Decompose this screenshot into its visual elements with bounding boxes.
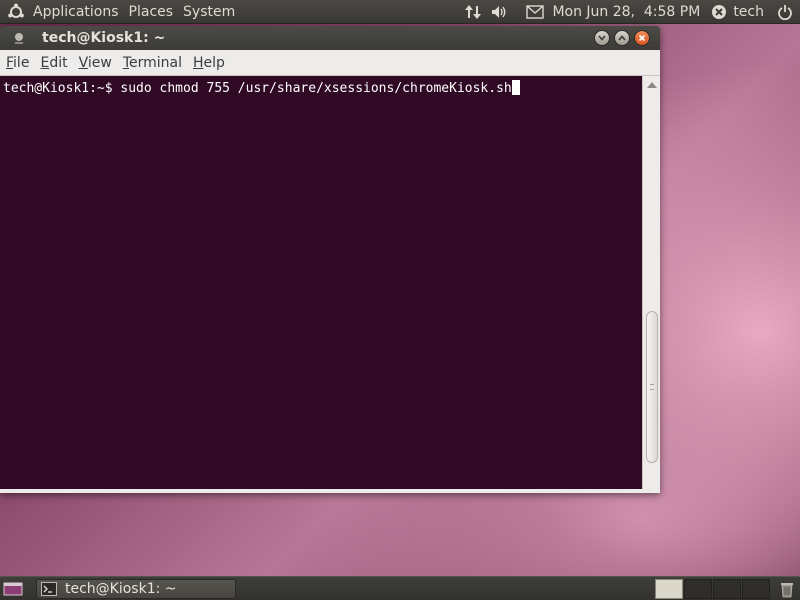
terminal-icon [41,582,57,596]
window-controls [590,30,650,46]
volume-icon[interactable] [490,3,508,21]
scrollbar-thumb[interactable] [646,311,658,463]
menu-applications[interactable]: Applications [28,0,124,24]
terminal-area[interactable]: tech@Kiosk1:~$ sudo chmod 755 /usr/share… [0,76,642,489]
terminal-command-line: tech@Kiosk1:~$ sudo chmod 755 /usr/share… [3,81,512,96]
user-offline-icon[interactable] [710,3,728,21]
top-panel: Applications Places System Mon Jun 28, 4… [0,0,800,24]
workspace-2[interactable] [684,579,712,599]
window-menu-icon[interactable] [10,29,28,47]
trash-icon[interactable] [776,579,798,599]
scroll-up-icon[interactable] [647,82,657,88]
ubuntu-logo-icon[interactable] [4,0,28,24]
maximize-button[interactable] [614,30,630,46]
window-titlebar[interactable]: tech@Kiosk1: ~ [0,26,660,50]
network-updown-icon[interactable] [464,3,482,21]
workspace-3[interactable] [713,579,741,599]
workspace-switcher [655,579,771,599]
menu-system[interactable]: System [178,0,240,24]
show-desktop-icon[interactable] [2,580,24,598]
workspace-4[interactable] [742,579,770,599]
close-icon [638,34,646,42]
workspace-1[interactable] [655,579,683,599]
terminal-window: tech@Kiosk1: ~ File Edit View Terminal H… [0,26,660,493]
maximize-icon [618,35,626,41]
power-icon[interactable] [776,3,794,21]
menu-edit[interactable]: Edit [34,55,72,71]
clock[interactable]: Mon Jun 28, 4:58 PM [552,4,700,20]
menu-help[interactable]: Help [187,55,230,71]
taskbar-item-terminal[interactable]: tech@Kiosk1: ~ [36,579,236,599]
menu-view[interactable]: View [73,55,117,71]
window-title: tech@Kiosk1: ~ [42,30,166,46]
system-tray: Mon Jun 28, 4:58 PM tech [456,0,800,24]
close-button[interactable] [634,30,650,46]
taskbar-item-label: tech@Kiosk1: ~ [65,581,177,597]
mail-envelope-icon[interactable] [526,3,545,21]
minimize-button[interactable] [594,30,610,46]
text-cursor [511,80,520,95]
menu-file[interactable]: File [0,55,34,71]
main-menu: Applications Places System [0,0,240,23]
minimize-icon [598,35,606,41]
menu-places[interactable]: Places [124,0,179,24]
bottom-panel: tech@Kiosk1: ~ [0,576,800,600]
scroll-grip-icon [650,384,654,390]
vertical-scrollbar[interactable] [642,76,660,489]
user-name[interactable]: tech [733,4,764,20]
menu-terminal[interactable]: Terminal [117,55,187,71]
window-bottom-border [0,489,660,493]
window-menubar: File Edit View Terminal Help [0,50,660,76]
